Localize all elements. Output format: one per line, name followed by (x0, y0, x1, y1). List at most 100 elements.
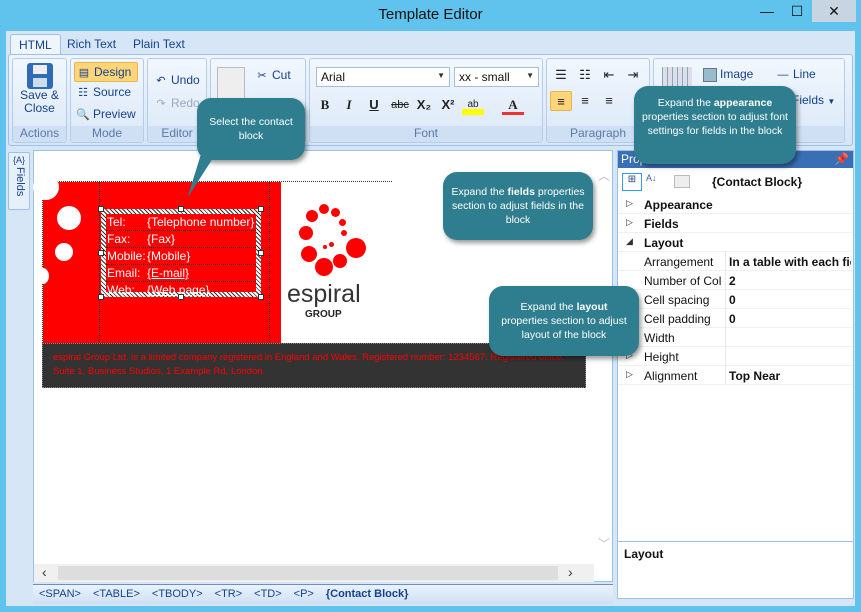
property-value[interactable]: In a table with each field (729, 255, 851, 269)
align-right-icon[interactable]: ≡ (598, 91, 620, 111)
group-mode: ▤ Design ☷ Source 🔍 Preview Mode (70, 58, 144, 143)
scrollbar-thumb[interactable] (58, 566, 558, 580)
property-row[interactable]: Cell padding 0 (618, 309, 853, 328)
fields-panel-tab[interactable]: {A} Fields (8, 152, 30, 210)
tab-html[interactable]: HTML (10, 34, 61, 54)
breadcrumb-item[interactable]: <SPAN> (39, 588, 81, 600)
property-value[interactable]: 2 (729, 274, 851, 288)
property-value[interactable]: 0 (729, 312, 851, 326)
font-color-button[interactable]: A (502, 95, 524, 115)
property-row[interactable]: Cell spacing 0 (618, 290, 853, 309)
save-close-button[interactable]: Save & Close (16, 61, 63, 115)
property-row[interactable]: ▷ Alignment Top Near (618, 366, 853, 385)
undo-button[interactable]: ↶ Undo (154, 73, 199, 88)
tab-rich-text[interactable]: Rich Text (59, 34, 124, 54)
outdent-icon[interactable]: ⇤ (598, 65, 620, 85)
line-button[interactable]: — Line (776, 67, 816, 82)
categorized-icon[interactable]: ⊞ (622, 173, 642, 191)
resize-handle[interactable] (258, 206, 264, 212)
underline-button[interactable]: U (363, 95, 385, 115)
scroll-up-icon[interactable]: ︿ (598, 167, 610, 184)
expander-icon[interactable]: ▷ (626, 198, 633, 209)
cut-button[interactable]: ✂ Cut (255, 68, 290, 83)
sort-alpha-icon[interactable]: A↓ (646, 173, 657, 183)
expander-icon[interactable]: ◢ (626, 236, 633, 247)
maximize-button[interactable]: ☐ (782, 0, 812, 22)
tab-plain-text[interactable]: Plain Text (125, 34, 193, 54)
dropdown-icon: ▼ (437, 71, 445, 80)
bold-button[interactable]: B (314, 95, 336, 115)
pin-icon[interactable]: 📌 (834, 152, 849, 166)
breadcrumb-item[interactable]: <P> (294, 588, 314, 600)
breadcrumb-item[interactable]: <TR> (215, 588, 243, 600)
property-pages-icon[interactable] (674, 175, 690, 188)
align-center-icon[interactable]: ≡ (574, 91, 596, 111)
breadcrumb-item[interactable]: <TABLE> (93, 588, 140, 600)
expander-icon[interactable]: ▷ (626, 217, 633, 228)
resize-handle[interactable] (178, 206, 184, 212)
property-name: Height (644, 350, 679, 364)
font-size-select[interactable]: xx - small ▼ (454, 67, 539, 87)
preview-button[interactable]: 🔍 Preview (76, 107, 136, 122)
source-button[interactable]: ☷ Source (76, 85, 131, 100)
fields-tab-label: Fields (14, 167, 26, 197)
property-value[interactable]: 0 (729, 293, 851, 307)
red-panel: Tel: {Telephone number} Fax: {Fax} Mobile:… (33, 174, 281, 344)
property-row[interactable]: Arrangement In a table with each field (618, 252, 853, 271)
image-button[interactable]: Image (703, 67, 753, 82)
contact-block[interactable]: Tel: {Telephone number} Fax: {Fax} Mobile:… (98, 206, 264, 300)
contact-label: Web: (107, 283, 135, 297)
superscript-button[interactable]: X² (437, 95, 459, 115)
breadcrumb-item[interactable]: <TBODY> (152, 588, 203, 600)
design-button[interactable]: ▤ Design (74, 62, 138, 82)
property-row[interactable]: Number of Col 2 (618, 271, 853, 290)
numbered-list-icon[interactable]: ☰ (550, 65, 572, 85)
align-left-icon[interactable]: ≡ (550, 91, 572, 111)
resize-handle[interactable] (98, 250, 104, 256)
resize-handle[interactable] (258, 250, 264, 256)
bullet-list-icon[interactable]: ☷ (574, 65, 596, 85)
highlight-button[interactable]: ab (462, 95, 484, 115)
indent-icon[interactable]: ⇥ (622, 65, 644, 85)
minimize-button[interactable]: — (752, 0, 782, 22)
breadcrumb-item[interactable]: <TD> (254, 588, 282, 600)
contact-field: {Fax} (147, 232, 176, 246)
callout-text: properties section to adjust font settin… (642, 111, 788, 137)
table-icon[interactable] (662, 67, 692, 87)
expander-icon[interactable]: ▷ (626, 369, 633, 380)
property-row[interactable]: ▷Height (618, 347, 853, 366)
breadcrumb: <SPAN> <TABLE> <TBODY> <TR> <TD> <P> {Contact … (33, 584, 613, 604)
save-close-label: Save & Close (20, 88, 59, 115)
contact-label: Mobile: (107, 249, 146, 263)
fields-icon: {A} (12, 155, 25, 165)
italic-button[interactable]: I (338, 95, 360, 115)
property-category[interactable]: ◢ Layout (618, 233, 853, 252)
property-category[interactable]: ▷ Fields (618, 214, 853, 233)
resize-handle[interactable] (98, 294, 104, 300)
horizontal-scrollbar[interactable]: ‹ › (34, 564, 594, 582)
resize-handle[interactable] (98, 206, 104, 212)
strikethrough-button[interactable]: abc (389, 95, 411, 115)
group-actions: Save & Close Actions (12, 58, 67, 143)
scroll-down-icon[interactable]: ﹀ (598, 535, 610, 552)
callout-text: Expand the (657, 97, 714, 109)
scroll-left-icon[interactable]: ‹ (42, 564, 47, 580)
property-value[interactable]: Top Near (729, 369, 851, 383)
font-family-select[interactable]: Arial ▼ (316, 67, 450, 87)
email-signature: Tel: {Telephone number} Fax: {Fax} Mobile:… (33, 174, 393, 344)
close-button[interactable]: ✕ (812, 0, 856, 22)
properties-panel: Properties📌 ⊞ A↓ {Contact Block} ▷Appear… (617, 150, 854, 542)
property-row[interactable]: Width (618, 328, 853, 347)
callout-text: Expand the (520, 301, 577, 313)
redo-button[interactable]: ↷ Redo (154, 96, 199, 111)
fields-dropdown[interactable]: Fields ▼ (792, 93, 835, 107)
resize-handle[interactable] (178, 294, 184, 300)
contact-label: Fax: (107, 232, 131, 246)
selected-object-name: {Contact Block} (712, 175, 803, 189)
subscript-button[interactable]: X₂ (413, 95, 435, 115)
design-label: Design (94, 65, 132, 79)
property-category[interactable]: ▷ Appearance (618, 195, 853, 214)
resize-handle[interactable] (258, 294, 264, 300)
scroll-right-icon[interactable]: › (568, 564, 573, 580)
breadcrumb-item-current[interactable]: {Contact Block} (326, 588, 409, 600)
